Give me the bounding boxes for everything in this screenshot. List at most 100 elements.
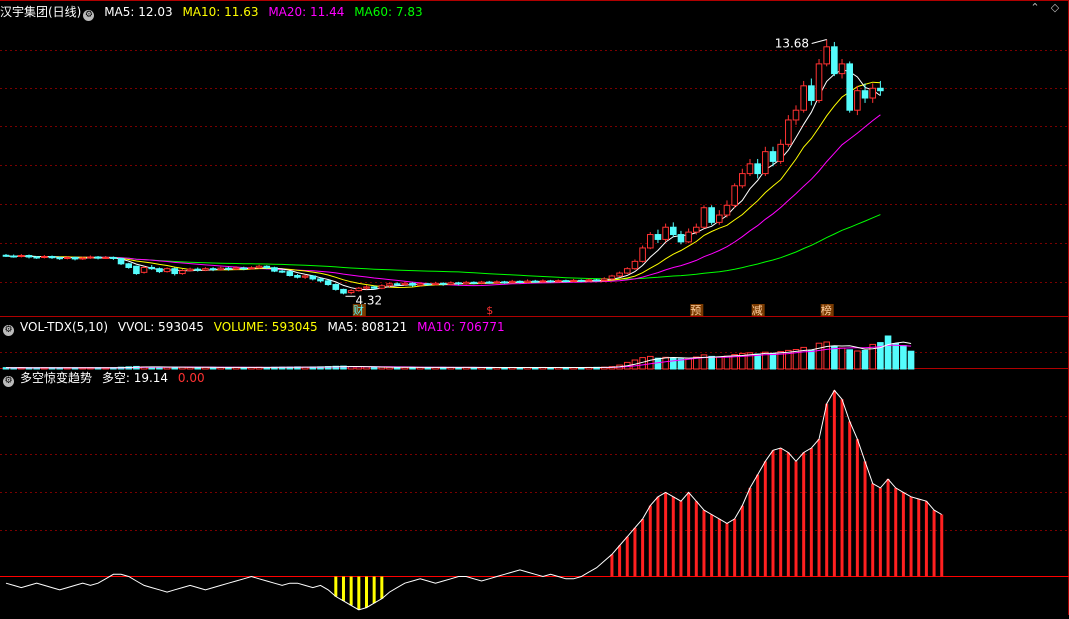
- candle-body: [94, 256, 102, 259]
- candle-body: [324, 280, 332, 286]
- oscillator-panel-header: ⚙ 多空惊变趋势 多空: 19.14 0.00: [0, 369, 211, 387]
- candle-body: [363, 286, 370, 289]
- candle-body: [716, 214, 723, 223]
- volume-settings-gear-icon[interactable]: ⚙: [3, 325, 14, 336]
- candle-body: [317, 278, 324, 282]
- candle-body: [309, 275, 317, 280]
- candle-body: [179, 270, 186, 275]
- oscillator-settings-gear-icon[interactable]: ⚙: [3, 376, 14, 387]
- candle-body: [332, 284, 340, 290]
- candle-body: [110, 256, 117, 259]
- candle-body: [577, 279, 585, 282]
- candle-body: [286, 271, 294, 277]
- candle-body: [301, 275, 309, 278]
- candle-body: [278, 270, 286, 273]
- candle-body: [754, 163, 761, 175]
- kline-chart-window[interactable]: 13.68 4.32 财 $ 预减榜 汉宇集团(日线) ⚙ MA5: 12.03 MA10…: [0, 0, 1069, 615]
- settings-gear-icon[interactable]: ⚙: [83, 10, 95, 21]
- candle-body: [861, 90, 869, 99]
- candle-body: [547, 280, 554, 283]
- candle-body: [18, 255, 25, 258]
- volume-bar: [884, 335, 892, 370]
- candle-body: [432, 282, 439, 286]
- candle-body: [232, 267, 240, 270]
- volume-bar: [708, 355, 715, 370]
- chart-canvas[interactable]: 13.684.32财 $ 预减榜: [0, 0, 1069, 615]
- candle-body: [508, 280, 516, 284]
- candle-body: [723, 204, 731, 216]
- candle-body: [2, 254, 10, 257]
- candle-body: [501, 281, 508, 284]
- candle-body: [117, 257, 125, 265]
- candle-body: [693, 226, 700, 233]
- vvol-readout: VVOL: 593045: [117, 320, 204, 334]
- candle-body: [631, 260, 639, 270]
- volume-bar: [723, 355, 731, 370]
- candle-body: [669, 226, 677, 236]
- candle-body: [608, 275, 616, 280]
- ma5-readout: MA5: 12.03: [104, 5, 173, 19]
- candle-body: [455, 282, 462, 285]
- candle-body: [87, 256, 94, 259]
- candle-body: [539, 280, 547, 283]
- volume-panel-header: ⚙ VOL-TDX(5,10) VVOL: 593045 VOLUME: 5930…: [0, 318, 511, 336]
- candle-body: [171, 268, 179, 275]
- candle-body: [424, 283, 432, 286]
- candle-body: [762, 151, 769, 175]
- candle-body: [623, 268, 631, 274]
- stock-name[interactable]: 汉宇集团(日线): [0, 5, 81, 19]
- candle-body: [531, 280, 539, 283]
- candle-body: [64, 256, 71, 259]
- volume-bar: [808, 349, 815, 370]
- candle-body: [593, 279, 600, 282]
- candle-body: [493, 281, 501, 284]
- candle-body: [416, 283, 424, 286]
- candle-body: [41, 255, 48, 258]
- candle-body: [202, 268, 209, 271]
- candle-body: [854, 90, 861, 111]
- candle-body: [470, 281, 478, 284]
- candle-body: [56, 257, 63, 260]
- event-marker: 预: [690, 304, 701, 317]
- volume-indicator-name[interactable]: VOL-TDX(5,10): [20, 320, 108, 334]
- volume-bar: [646, 355, 654, 370]
- vol-ma5-readout: MA5: 808121: [327, 320, 408, 334]
- candle-body: [600, 278, 608, 281]
- candle-body: [677, 234, 685, 243]
- candle-body: [148, 266, 156, 270]
- candle-body: [163, 268, 171, 273]
- oscillator-name[interactable]: 多空惊变趋势: [20, 371, 92, 385]
- ma10-readout: MA10: 11.63: [182, 5, 259, 19]
- high-arrow: [811, 39, 827, 44]
- collapse-up-icon[interactable]: ⌃: [1030, 2, 1040, 13]
- candle-body: [785, 119, 792, 145]
- candle-body: [815, 63, 823, 101]
- diamond-icon[interactable]: ◇: [1050, 2, 1060, 13]
- event-marker: $: [486, 304, 493, 317]
- candle-body: [746, 163, 754, 175]
- candle-body: [248, 267, 255, 270]
- candle-body: [646, 234, 654, 249]
- candle-body: [386, 283, 393, 287]
- candle-body: [102, 256, 110, 259]
- candle-body: [125, 263, 133, 268]
- candle-body: [294, 275, 301, 278]
- volume-bar: [831, 345, 838, 370]
- candle-body: [225, 267, 232, 270]
- ma5-line: [5, 69, 881, 291]
- candle-body: [378, 285, 386, 289]
- candle-body: [401, 282, 409, 286]
- candle-body: [48, 255, 56, 259]
- candle-body: [186, 268, 194, 272]
- candle-body: [877, 87, 884, 92]
- candle-body: [516, 280, 524, 283]
- candle-body: [25, 255, 33, 258]
- candle-body: [71, 256, 79, 260]
- ma20-line: [5, 114, 881, 287]
- candle-body: [447, 282, 455, 285]
- event-marker: 减: [752, 304, 763, 317]
- candle-body: [654, 234, 662, 240]
- candle-body: [639, 247, 646, 262]
- candle-body: [140, 266, 148, 273]
- candle-body: [685, 231, 692, 243]
